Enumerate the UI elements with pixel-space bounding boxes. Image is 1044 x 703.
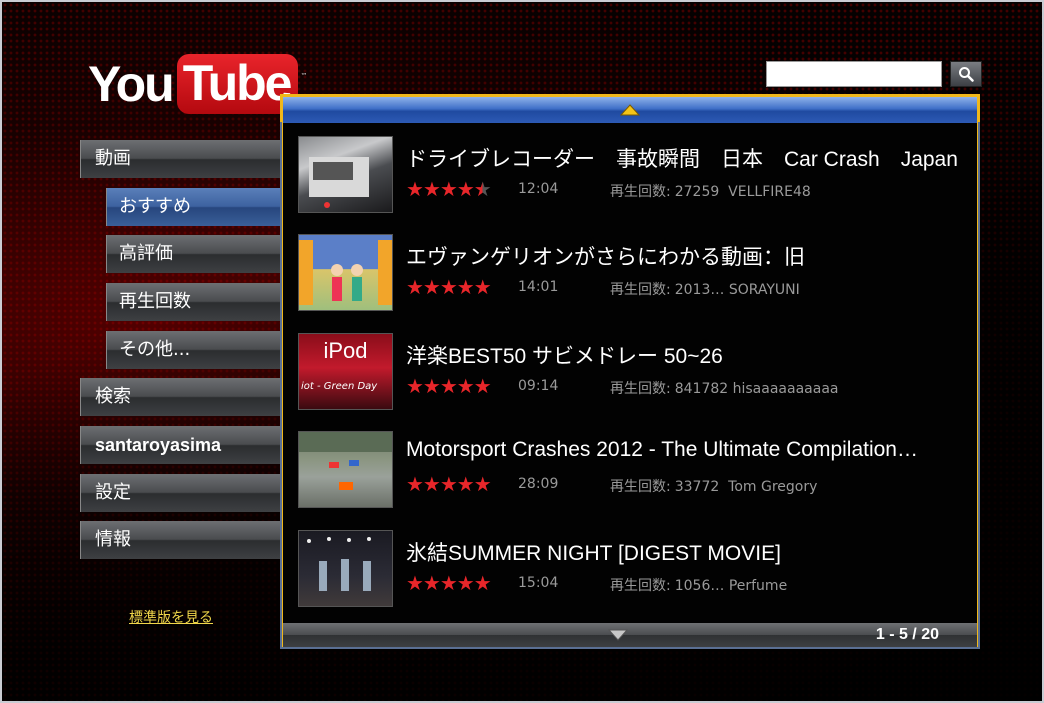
- search-input[interactable]: [766, 61, 942, 87]
- nav-search[interactable]: 検索: [80, 378, 280, 416]
- rating-stars: ★★★★★: [406, 472, 492, 496]
- video-duration: 14:01: [518, 279, 559, 295]
- star-icon: ★: [422, 177, 441, 201]
- views-count: 27259: [674, 184, 720, 200]
- logo-tm: ™: [300, 72, 308, 80]
- nav-info[interactable]: 情報: [80, 521, 280, 559]
- video-views: 再生回数: 841782 hisaaaaaaaaaa: [610, 378, 838, 398]
- standard-version-link[interactable]: 標準版を見る: [129, 607, 213, 627]
- logo-you: You: [88, 56, 175, 112]
- video-row[interactable]: ドライブレコーダー 事故瞬間 日本 Car Crash Japan ★★★★★ …: [283, 127, 977, 225]
- video-duration: 28:09: [518, 476, 559, 492]
- nav-top-rated[interactable]: 高評価: [106, 235, 280, 273]
- video-author: SORAYUNI: [728, 282, 800, 298]
- video-views: 再生回数: 1056… Perfume: [610, 575, 787, 595]
- video-thumbnail[interactable]: iPod iot - Green Day: [298, 333, 393, 410]
- video-meta: ★★★★★ 12:04 再生回数: 27259 VELLFIRE48: [406, 179, 811, 200]
- thumbnail-art: [299, 432, 392, 490]
- video-author: Tom Gregory: [728, 479, 818, 495]
- video-thumbnail[interactable]: [298, 234, 393, 311]
- views-count: 841782: [674, 381, 729, 397]
- triangle-up-icon: [620, 104, 640, 116]
- video-views: 再生回数: 27259 VELLFIRE48: [610, 181, 811, 201]
- app-window: You Tube ™ 動画 おすすめ 高評価 再生回数 その他... 検索 sa…: [0, 0, 1044, 703]
- video-list-panel: ドライブレコーダー 事故瞬間 日本 Car Crash Japan ★★★★★ …: [280, 94, 980, 649]
- star-icon: ★: [473, 177, 492, 201]
- views-label: 再生回数:: [610, 381, 671, 397]
- video-duration: 09:14: [518, 378, 559, 394]
- nav-videos[interactable]: 動画: [80, 140, 280, 178]
- thumbnail-art: [309, 157, 369, 208]
- thumbnail-caption: iot - Green Day: [301, 381, 378, 392]
- rating-stars: ★★★★★: [406, 374, 492, 398]
- nav-settings[interactable]: 設定: [80, 474, 280, 512]
- video-row[interactable]: Motorsport Crashes 2012 - The Ultimate C…: [283, 422, 977, 520]
- video-thumbnail[interactable]: [298, 431, 393, 508]
- video-views: 再生回数: 33772 Tom Gregory: [610, 476, 817, 496]
- video-duration: 12:04: [518, 181, 559, 197]
- video-thumbnail[interactable]: [298, 530, 393, 607]
- nav-more[interactable]: その他...: [106, 331, 280, 369]
- video-title[interactable]: ドライブレコーダー 事故瞬間 日本 Car Crash Japan: [406, 143, 962, 173]
- views-label: 再生回数:: [610, 578, 671, 594]
- video-thumbnail[interactable]: [298, 136, 393, 213]
- video-views: 再生回数: 2013… SORAYUNI: [610, 279, 800, 299]
- thumbnail-art: [307, 537, 371, 591]
- rating-stars: ★★★★★: [406, 179, 504, 199]
- scroll-up-button[interactable]: [283, 97, 977, 123]
- nav-recommended[interactable]: おすすめ: [106, 188, 280, 226]
- video-title[interactable]: Motorsport Crashes 2012 - The Ultimate C…: [406, 438, 962, 462]
- video-title[interactable]: 氷結SUMMER NIGHT [DIGEST MOVIE]: [406, 537, 962, 567]
- scroll-down-bar: 1 - 5 / 20: [283, 623, 977, 647]
- nav-most-viewed[interactable]: 再生回数: [106, 283, 280, 321]
- thumbnail-text: iPod: [323, 338, 368, 363]
- video-author: hisaaaaaaaaaa: [732, 381, 839, 397]
- star-icon: ★: [456, 177, 475, 201]
- video-author: Perfume: [728, 578, 788, 594]
- search-button[interactable]: [950, 61, 982, 87]
- views-count: 2013…: [674, 282, 725, 298]
- rating-stars: ★★★★★: [406, 571, 492, 595]
- youtube-logo[interactable]: You Tube ™: [88, 54, 307, 114]
- rating-stars: ★★★★★: [406, 275, 492, 299]
- video-row[interactable]: 氷結SUMMER NIGHT [DIGEST MOVIE] ★★★★★ 15:0…: [283, 521, 977, 619]
- video-duration: 15:04: [518, 575, 559, 591]
- nav-account[interactable]: santaroyasima: [80, 426, 280, 464]
- video-author: VELLFIRE48: [728, 184, 811, 200]
- views-label: 再生回数:: [610, 479, 671, 495]
- star-icon: ★: [439, 177, 458, 201]
- views-count: 33772: [674, 479, 720, 495]
- video-row[interactable]: iPod iot - Green Day 洋楽BEST50 サビメドレー 50~…: [283, 324, 977, 422]
- star-icon: ★: [406, 177, 424, 201]
- views-count: 1056…: [674, 578, 725, 594]
- views-label: 再生回数:: [610, 184, 671, 200]
- video-meta: ★★★★★ 14:01 再生回数: 2013… SORAYUNI: [406, 275, 800, 299]
- video-meta: ★★★★★ 15:04 再生回数: 1056… Perfume: [406, 571, 787, 595]
- video-title[interactable]: エヴァンゲリオンがさらにわかる動画：旧: [406, 241, 962, 271]
- search-icon: [959, 67, 974, 82]
- thumbnail-art: [299, 240, 392, 305]
- video-meta: ★★★★★ 28:09 再生回数: 33772 Tom Gregory: [406, 472, 817, 496]
- pagination-count: 1 - 5 / 20: [875, 626, 939, 643]
- video-title[interactable]: 洋楽BEST50 サビメドレー 50~26: [406, 340, 962, 370]
- video-row[interactable]: エヴァンゲリオンがさらにわかる動画：旧 ★★★★★ 14:01 再生回数: 201…: [283, 225, 977, 323]
- video-meta: ★★★★★ 09:14 再生回数: 841782 hisaaaaaaaaaa: [406, 374, 838, 398]
- views-label: 再生回数:: [610, 282, 671, 298]
- triangle-down-icon[interactable]: [608, 629, 628, 641]
